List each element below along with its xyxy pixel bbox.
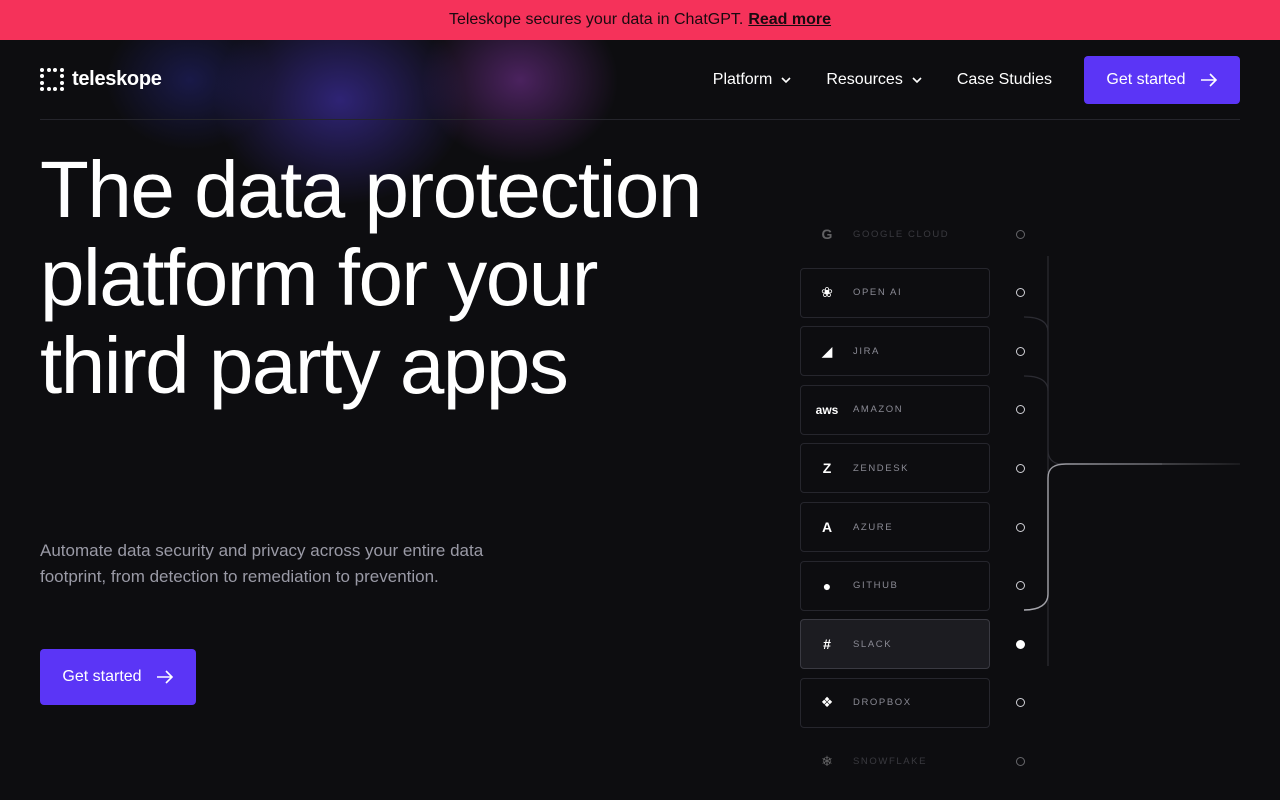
dropbox-icon: ❖ (820, 694, 834, 711)
logo[interactable]: teleskope (40, 67, 162, 92)
integration-label: GITHUB (853, 580, 899, 592)
integration-label: DROPBOX (853, 697, 912, 709)
integration-row-slack[interactable]: # SLACK (800, 619, 990, 670)
hero-get-started-button[interactable]: Get started (40, 649, 196, 705)
github-icon: ● (822, 577, 832, 594)
integration-row-azure[interactable]: A AZURE (800, 502, 990, 552)
google-icon: G (821, 226, 833, 242)
get-started-button[interactable]: Get started (1084, 55, 1240, 104)
hero-title: The data protection platform for your th… (40, 146, 760, 410)
nav-links: Platform Resources Case Studies (713, 71, 1052, 89)
integration-row-google-cloud[interactable]: G GOOGLE CLOUD (800, 209, 990, 259)
integration-label: GOOGLE CLOUD (853, 228, 950, 240)
nav-item-case-studies[interactable]: Case Studies (957, 71, 1052, 89)
connector-node (1016, 756, 1025, 766)
integration-row-dropbox[interactable]: ❖ DROPBOX (800, 677, 990, 728)
integrations-diagram: G GOOGLE CLOUD ❀ OPEN AI ◢ JIRA aws AMAZON Z ZEND… (800, 176, 1240, 776)
button-label: Get started (62, 668, 142, 685)
aws-icon: aws (815, 402, 839, 417)
logo-icon (40, 67, 64, 92)
hero-title-line: third party apps (40, 321, 569, 410)
integration-label: AMAZON (853, 404, 904, 416)
arrow-right-icon (156, 670, 173, 684)
integration-row-zendesk[interactable]: Z ZENDESK (800, 443, 990, 494)
integration-row-amazon[interactable]: aws AMAZON (800, 384, 990, 435)
integration-row-open-ai[interactable]: ❀ OPEN AI (800, 267, 990, 318)
hero-title-line: platform for your (40, 233, 598, 322)
banner-read-more-link[interactable]: Read more (748, 11, 831, 29)
connector-node (1016, 522, 1025, 532)
hero-subtitle: Automate data security and privacy acros… (40, 541, 484, 586)
connector-node (1016, 463, 1025, 473)
openai-icon: ❀ (821, 284, 833, 301)
hero-title-line: The data protection (40, 145, 702, 234)
integration-label: SNOWFLAKE (853, 755, 928, 767)
connector-node (1016, 229, 1025, 239)
logo-text: teleskope (72, 68, 162, 90)
connector-node (1016, 639, 1025, 649)
connector-node (1016, 346, 1025, 356)
nav-item-label: Case Studies (956, 70, 1052, 88)
zendesk-icon: Z (822, 460, 832, 477)
azure-icon: A (821, 519, 833, 535)
banner-text: Teleskope secures your data in ChatGPT. (448, 11, 744, 28)
chevron-down-icon (781, 76, 791, 83)
integration-row-github[interactable]: ● GITHUB (800, 560, 990, 611)
integration-row-jira[interactable]: ◢ JIRA (800, 326, 990, 377)
integration-label: OPEN AI (853, 287, 903, 299)
arrow-right-icon (1200, 72, 1217, 87)
top-navigation: teleskope Platform Resources Case Studie… (40, 40, 1240, 120)
integration-label: AZURE (853, 521, 894, 533)
chevron-down-icon (912, 76, 922, 83)
integration-label: ZENDESK (853, 462, 910, 474)
integration-label: SLACK (853, 638, 893, 650)
nav-item-label: Platform (712, 70, 773, 88)
integration-label: JIRA (853, 345, 880, 357)
jira-icon: ◢ (821, 342, 833, 359)
nav-item-platform[interactable]: Platform (713, 71, 793, 89)
nav-item-label: Resources (826, 70, 903, 88)
button-label: Get started (1106, 70, 1186, 88)
snowflake-icon: ❄ (821, 752, 833, 769)
integration-row-snowflake[interactable]: ❄ SNOWFLAKE (800, 736, 990, 786)
announcement-banner: Teleskope secures your data in ChatGPT. … (0, 0, 1280, 40)
slack-icon: # (823, 636, 831, 653)
nav-item-resources[interactable]: Resources (826, 71, 922, 89)
